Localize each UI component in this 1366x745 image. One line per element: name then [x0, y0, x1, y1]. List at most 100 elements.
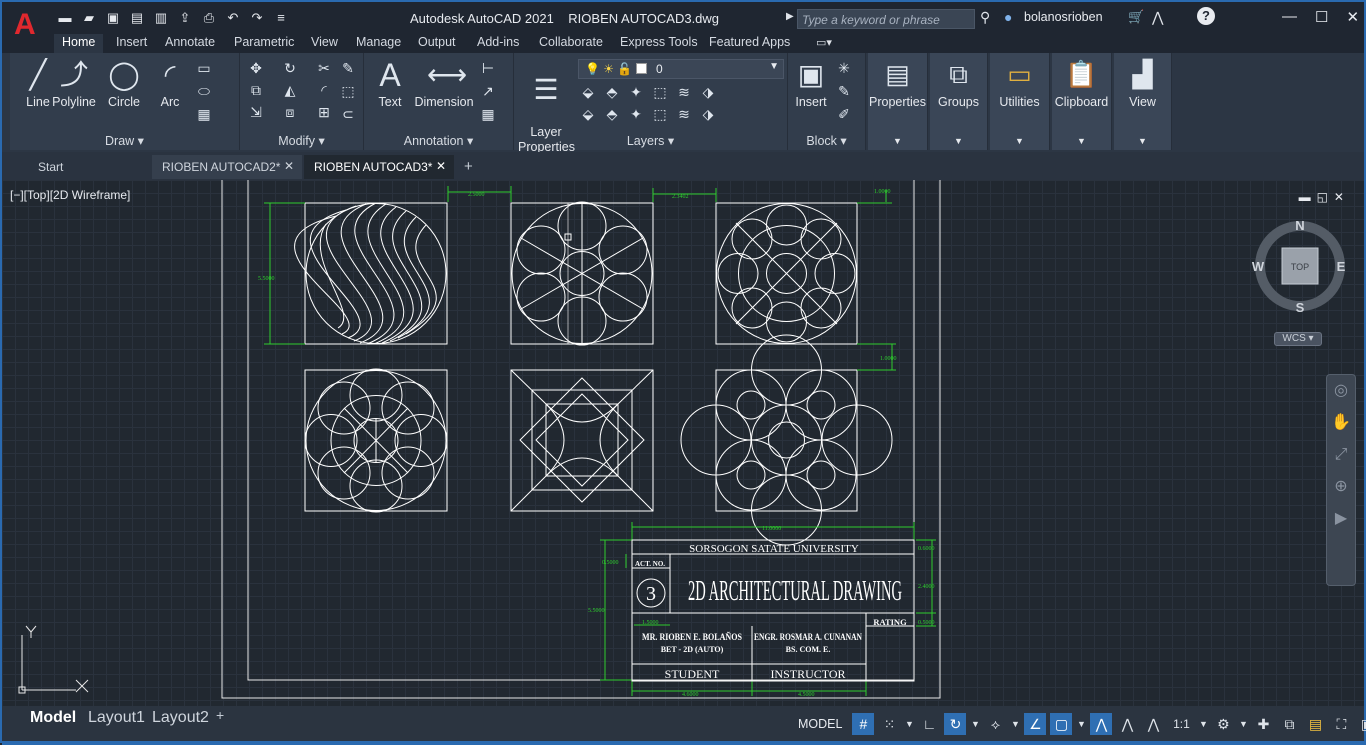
linear-dimension-icon[interactable]: ⊢ — [478, 59, 498, 78]
zoom-extents-icon[interactable]: ⤢ — [1327, 439, 1355, 471]
tab-home[interactable]: Home — [54, 34, 104, 53]
showmotion-icon[interactable]: ▶ — [1327, 503, 1355, 535]
close-tab-icon[interactable]: ✕ — [436, 159, 446, 173]
layers-panel-title[interactable]: Layers ▾ — [514, 133, 787, 148]
scale-value[interactable]: 1:1 — [1168, 713, 1194, 735]
explode-icon[interactable]: ⬚ — [338, 82, 358, 101]
wcs-menu[interactable]: WCS ▾ — [1274, 332, 1322, 346]
polar-tracking-icon[interactable]: ↻ — [944, 713, 967, 735]
polyline-button[interactable]: ⤴ Polyline — [46, 59, 102, 109]
scale-icon[interactable]: ⧈ — [280, 103, 300, 122]
file-tab-autocad2[interactable]: RIOBEN AUTOCAD2* ✕ — [152, 155, 302, 179]
layer-merge-icon[interactable]: ≋ — [674, 105, 694, 124]
isodraft-icon[interactable]: ⟡ — [984, 713, 1006, 735]
user-icon[interactable]: ● — [1004, 9, 1012, 25]
search-input[interactable]: Type a keyword or phrase — [797, 9, 975, 29]
layout-tab-model[interactable]: Model — [30, 709, 76, 727]
annotation-monitor-icon[interactable]: ✚ — [1252, 713, 1274, 735]
ribbon-toggle-icon[interactable]: ▭▾ — [816, 36, 832, 49]
chevron-down-icon[interactable]: ▼ — [1010, 713, 1020, 735]
close-tab-icon[interactable]: ✕ — [284, 159, 294, 173]
edit-block-icon[interactable]: ✎ — [834, 82, 854, 101]
layer-freeze-icon[interactable]: ✦ — [626, 83, 646, 102]
annotation-scale-icon[interactable]: ⋀ — [1142, 713, 1164, 735]
object-snap-tracking-icon[interactable]: ∠ — [1024, 713, 1047, 735]
save-as-icon[interactable]: ▤ — [128, 10, 146, 26]
lock-ui-icon[interactable]: ⛶ — [1330, 713, 1352, 735]
workspace-gear-icon[interactable]: ⚙ — [1212, 713, 1234, 735]
layer-unlock-icon[interactable]: ⬚ — [650, 105, 670, 124]
tab-manage[interactable]: Manage — [356, 34, 401, 53]
layer-unisolate-icon[interactable]: ⬗ — [698, 83, 718, 102]
tab-annotate[interactable]: Annotate — [165, 34, 215, 53]
drawing-canvas[interactable]: [−][Top][2D Wireframe] ▬◱✕ 2.5000 2.3402… — [2, 180, 1364, 706]
units-icon[interactable]: ⧉ — [1278, 713, 1300, 735]
block-panel-title[interactable]: Block ▾ — [788, 133, 865, 148]
orbit-icon[interactable]: ⊕ — [1327, 471, 1355, 503]
pan-hand-icon[interactable]: ✋ — [1327, 407, 1355, 439]
tab-view[interactable]: View — [311, 34, 338, 53]
table-icon[interactable]: ▦ — [478, 105, 498, 124]
plot-icon[interactable]: ⎙ — [200, 10, 218, 26]
layer-state-icon[interactable]: ⬗ — [698, 105, 718, 124]
move-icon[interactable]: ✥ — [246, 59, 266, 78]
layer-off-icon[interactable]: ⬙ — [578, 83, 598, 102]
tab-express-tools[interactable]: Express Tools — [620, 34, 698, 53]
viewcube[interactable]: TOP N S E W — [1252, 218, 1346, 315]
undo-icon[interactable]: ↶ — [224, 10, 242, 26]
add-layout-icon[interactable]: + — [216, 707, 224, 723]
web-mobile-icon[interactable]: ▥ — [152, 10, 170, 26]
user-name[interactable]: bolanosrioben — [1024, 10, 1103, 24]
layer-lock-icon[interactable]: ⬚ — [650, 83, 670, 102]
cart-icon[interactable]: 🛒 — [1128, 9, 1144, 25]
tab-collaborate[interactable]: Collaborate — [539, 34, 603, 53]
grid-icon[interactable]: # — [852, 713, 875, 735]
view-button[interactable]: ▟ View ▼ — [1114, 53, 1172, 150]
mirror-icon[interactable]: ◭ — [280, 81, 300, 100]
help-icon[interactable]: ? — [1197, 7, 1215, 25]
fillet-icon[interactable]: ◜ — [314, 81, 334, 100]
maximize-icon[interactable]: ☐ — [1315, 8, 1328, 26]
leader-icon[interactable]: ↗ — [478, 82, 498, 101]
new-file-icon[interactable]: ▬ — [56, 10, 74, 26]
stretch-icon[interactable]: ⇲ — [246, 103, 266, 122]
rectangle-icon[interactable]: ▭ — [194, 59, 214, 78]
annotation-visibility-icon[interactable]: ⋀ — [1090, 713, 1113, 735]
open-folder-icon[interactable]: ▰ — [80, 10, 98, 26]
copy-icon[interactable]: ⧉ — [246, 81, 266, 100]
start-tab[interactable]: Start — [28, 155, 152, 179]
properties-button[interactable]: ▤ Properties ▼ — [868, 53, 928, 150]
auto-scale-icon[interactable]: ⋀ — [1116, 713, 1138, 735]
layer-match-icon[interactable]: ⬙ — [578, 105, 598, 124]
layout-tab-layout1[interactable]: Layout1 — [88, 709, 145, 727]
snap-icon[interactable]: ⁙ — [878, 713, 900, 735]
model-space-button[interactable]: MODEL — [792, 714, 849, 734]
clean-screen-icon[interactable]: ▣ — [1356, 713, 1366, 735]
chevron-down-icon[interactable]: ▼ — [904, 713, 914, 735]
tab-featured-apps[interactable]: Featured Apps — [709, 34, 790, 53]
layer-thaw-icon[interactable]: ✦ — [626, 105, 646, 124]
draw-panel-title[interactable]: Draw ▾ — [10, 133, 239, 148]
chevron-down-icon[interactable]: ▼ — [1076, 713, 1086, 735]
insert-block-button[interactable]: ▣ Insert — [788, 59, 834, 109]
search-icon[interactable]: ⚲ — [980, 9, 990, 26]
erase-icon[interactable]: ✎ — [338, 59, 358, 78]
ortho-icon[interactable]: ∟ — [918, 713, 940, 735]
save-icon[interactable]: ▣ — [104, 10, 122, 26]
tab-insert[interactable]: Insert — [116, 34, 147, 53]
offset-icon[interactable]: ⊂ — [338, 105, 358, 124]
tab-output[interactable]: Output — [418, 34, 456, 53]
layer-previous-icon[interactable]: ⬘ — [602, 105, 622, 124]
steering-wheel-icon[interactable]: ◎ — [1327, 375, 1355, 407]
new-tab-icon[interactable]: + — [464, 158, 473, 175]
layer-dropdown[interactable]: 💡 ☀ 🔓 0 ▼ — [578, 59, 784, 79]
share-icon[interactable]: ⇪ — [176, 10, 194, 26]
utilities-button[interactable]: ▭ Utilities ▼ — [990, 53, 1050, 150]
array-icon[interactable]: ⊞ — [314, 103, 334, 122]
hatch-icon[interactable]: ▦ — [194, 105, 214, 124]
rotate-icon[interactable]: ↻ — [280, 59, 300, 78]
tab-add-ins[interactable]: Add-ins — [477, 34, 519, 53]
chevron-down-icon[interactable]: ▼ — [1198, 713, 1208, 735]
object-snap-icon[interactable]: ▢ — [1050, 713, 1073, 735]
close-icon[interactable]: ✕ — [1346, 8, 1359, 26]
